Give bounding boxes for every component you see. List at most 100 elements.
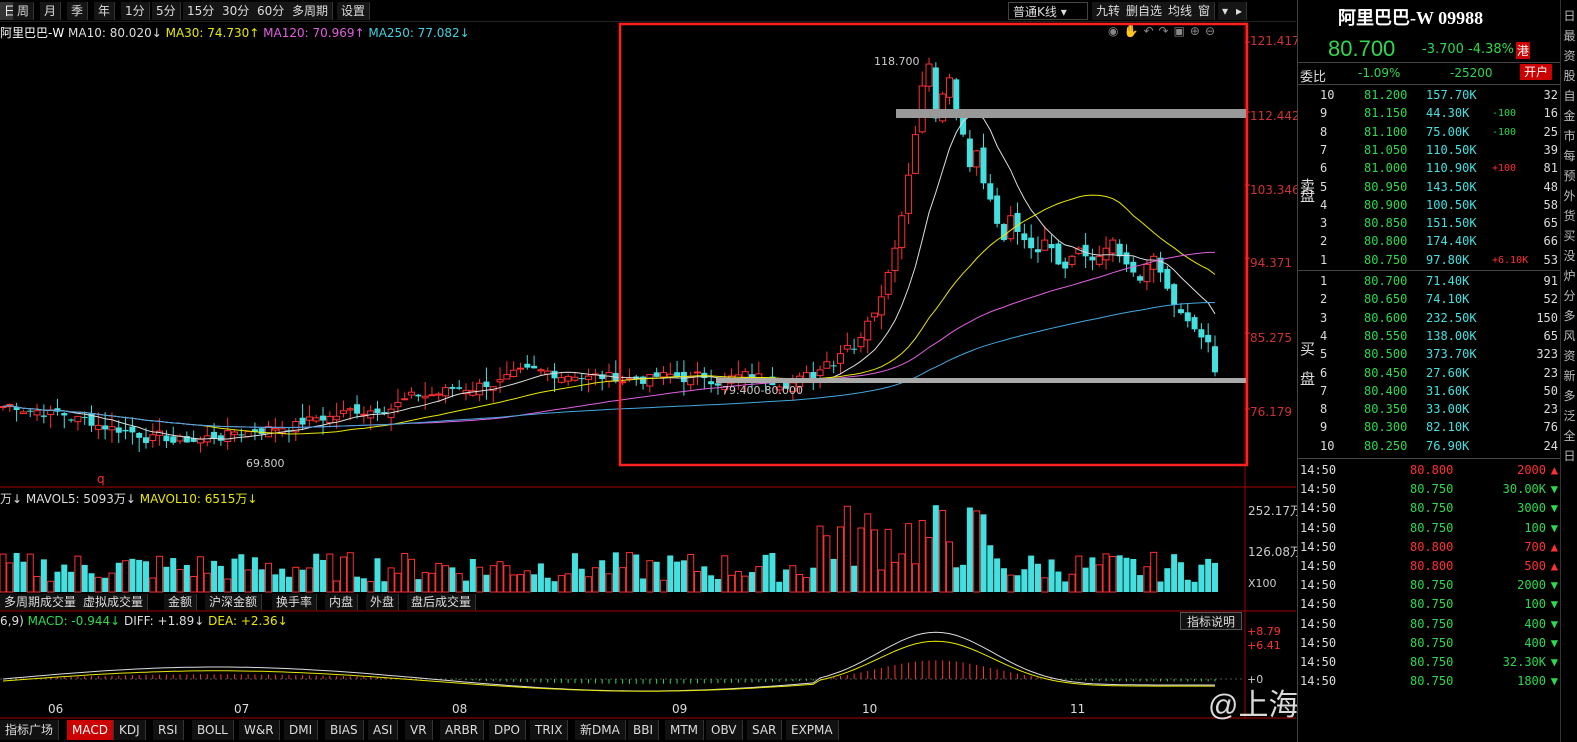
arrow-down-icon: ▼ [1550, 674, 1558, 689]
ask-row[interactable]: 1 80.750 97.80K +6.10K 53 [1298, 251, 1577, 269]
side-function-item[interactable]: 泛 [1561, 406, 1577, 426]
volume-sub-tab[interactable]: 内盘 [325, 594, 359, 610]
side-function-item[interactable]: 炉 [1561, 266, 1577, 286]
side-function-item[interactable]: 日 [1561, 446, 1577, 466]
side-function-item[interactable]: 自 [1561, 86, 1577, 106]
vol-axis-top: 252.17万 [1248, 504, 1302, 518]
indicator-tab[interactable]: SAR [747, 720, 783, 740]
indicator-tab[interactable]: MTM [665, 720, 705, 740]
indicator-tab[interactable]: 新DMA [575, 720, 626, 740]
bid-row[interactable]: 7 80.400 31.60K 50 [1298, 382, 1577, 400]
side-function-item[interactable]: 全 [1561, 426, 1577, 446]
indicator-tab[interactable]: KDJ [114, 720, 146, 740]
chart-canvas[interactable] [0, 0, 1296, 742]
price-tick: 94.371 [1250, 256, 1292, 270]
candle-body [1198, 329, 1205, 338]
indicator-tab[interactable]: ARBR [440, 720, 485, 740]
indicator-tab[interactable]: MACD [67, 720, 114, 740]
bid-row[interactable]: 2 80.650 74.10K 52 [1298, 290, 1577, 308]
candle-body [312, 417, 320, 422]
side-function-item[interactable]: 多 [1561, 306, 1577, 326]
bid-row[interactable]: 4 80.550 138.00K 65 [1298, 327, 1577, 345]
side-function-item[interactable]: 分 [1561, 286, 1577, 306]
dea-line [2, 640, 1215, 692]
candle-body [877, 296, 885, 316]
volume-sub-tab[interactable]: 外盘 [366, 594, 400, 610]
price: 80.550 [1364, 328, 1408, 343]
volume-bar [1021, 569, 1028, 592]
volume-sub-tab[interactable]: 盘后成交量 [407, 594, 477, 610]
ask-row[interactable]: 2 80.800 174.40K 66 [1298, 232, 1577, 250]
indicator-tab[interactable]: TRIX [530, 720, 569, 740]
bid-row[interactable]: 3 80.600 232.50K 150 [1298, 309, 1577, 327]
side-function-item[interactable]: 风 [1561, 326, 1577, 346]
indicator-tab[interactable]: ASI [368, 720, 399, 740]
side-function-item[interactable]: 金 [1561, 106, 1577, 126]
volume-sub-tab[interactable]: 虚拟成交量 [79, 594, 149, 610]
ask-row[interactable]: 10 81.200 157.70K 32 [1298, 86, 1577, 104]
ma30-line [2, 194, 1216, 435]
price: 80.950 [1364, 179, 1408, 194]
volume-sub-tab[interactable]: 沪深金额 [205, 594, 263, 610]
ask-row[interactable]: 7 81.050 110.50K 39 [1298, 141, 1577, 159]
indicator-tab[interactable]: W&R [239, 720, 280, 740]
volume-bar [953, 567, 960, 592]
ask-row[interactable]: 5 80.950 143.50K 48 [1298, 178, 1577, 196]
price: 80.750 [1364, 252, 1408, 267]
indicator-tab[interactable]: EXPMA [786, 720, 839, 740]
candle-body [401, 398, 409, 401]
candle-body [27, 410, 34, 412]
volume-sub-tab[interactable]: 换手率 [272, 594, 318, 610]
price: 80.300 [1364, 420, 1408, 435]
side-function-item[interactable]: 没 [1561, 246, 1577, 266]
bid-row[interactable]: 8 80.350 33.00K 23 [1298, 400, 1577, 418]
volume-series [0, 505, 1218, 593]
volume-sub-tab[interactable]: 金额 [164, 594, 198, 610]
ask-row[interactable]: 6 81.000 110.90K +100 81 [1298, 159, 1577, 177]
ask-row[interactable]: 9 81.150 44.30K -100 16 [1298, 104, 1577, 122]
indicator-help-button[interactable]: 指标说明 [1180, 612, 1243, 630]
indicator-tab[interactable]: DPO [489, 720, 526, 740]
volume-bar [196, 556, 204, 593]
side-function-item[interactable]: 预 [1561, 166, 1577, 186]
ask-row[interactable]: 3 80.850 151.50K 65 [1298, 214, 1577, 232]
volume-bar [544, 577, 551, 592]
side-function-item[interactable]: 买 [1561, 226, 1577, 246]
indicator-tab[interactable]: OBV [706, 720, 743, 740]
candle-body [659, 372, 667, 378]
bid-row[interactable]: 9 80.300 82.10K 76 [1298, 418, 1577, 436]
volume: 82.10K [1426, 420, 1470, 435]
bid-row[interactable]: 5 80.500 373.70K 323 [1298, 345, 1577, 363]
side-function-item[interactable]: 日 [1561, 6, 1577, 26]
indicator-tab[interactable]: RSI [153, 720, 184, 740]
order-count: 91 [1543, 274, 1558, 288]
side-function-item[interactable]: 外 [1561, 186, 1577, 206]
ask-row[interactable]: 8 81.100 75.00K -100 25 [1298, 123, 1577, 141]
side-function-item[interactable]: 股 [1561, 66, 1577, 86]
side-function-item[interactable]: 资 [1561, 46, 1577, 66]
side-function-item[interactable]: 货 [1561, 206, 1577, 226]
indicator-tab[interactable]: DMI [284, 720, 319, 740]
side-function-item[interactable]: 新 [1561, 366, 1577, 386]
indicator-tab[interactable]: BBI [628, 720, 660, 740]
bid-row[interactable]: 6 80.450 27.60K 23 [1298, 364, 1577, 382]
volume-bar [1137, 575, 1144, 592]
side-function-item[interactable]: 资 [1561, 346, 1577, 366]
indicator-tab[interactable]: VR [405, 720, 433, 740]
indicator-tab[interactable]: BIAS [325, 720, 364, 740]
candle-body [81, 416, 88, 418]
volume-sub-tab[interactable]: 多周期成交量 [0, 594, 82, 610]
side-function-item[interactable]: 多 [1561, 386, 1577, 406]
side-function-item[interactable]: 每 [1561, 146, 1577, 166]
bid-row[interactable]: 10 80.250 76.90K 24 [1298, 437, 1577, 455]
volume-bar [231, 558, 238, 592]
side-function-item[interactable]: 市 [1561, 126, 1577, 146]
candle-body [68, 419, 75, 421]
indicator-tab[interactable]: BOLL [192, 720, 234, 740]
candle-body [1000, 224, 1007, 241]
open-account-button[interactable]: 开户 [1520, 64, 1553, 80]
side-function-item[interactable]: 最 [1561, 26, 1577, 46]
ask-row[interactable]: 4 80.900 100.50K 58 [1298, 196, 1577, 214]
bid-row[interactable]: 1 80.700 71.40K 91 [1298, 272, 1577, 290]
indicator-tab[interactable]: 指标广场 [0, 720, 60, 740]
